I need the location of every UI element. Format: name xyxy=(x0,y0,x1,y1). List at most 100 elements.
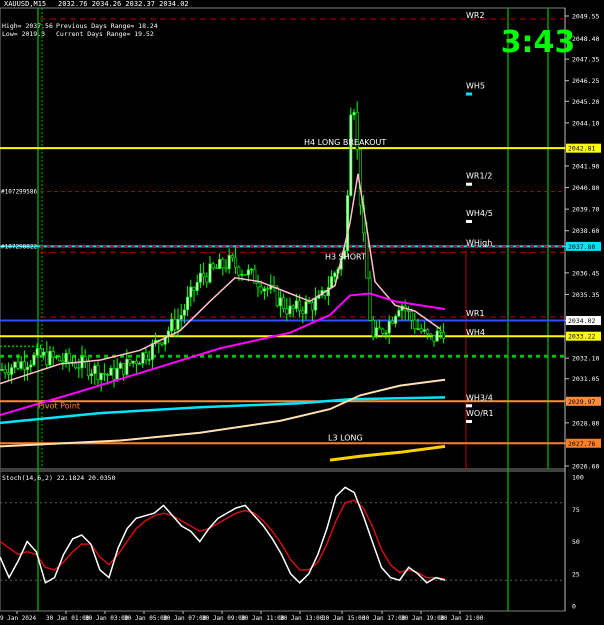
candle-body xyxy=(141,352,145,364)
candle-body xyxy=(86,361,90,377)
candle-body xyxy=(0,369,4,371)
candle-body xyxy=(32,354,36,366)
stoch-signal-line xyxy=(0,499,446,580)
candle-body xyxy=(333,272,337,277)
candle-body xyxy=(246,269,250,276)
stoch-tick-label: 0 xyxy=(572,603,576,611)
time-tick-label: 30 Jan 01:00 xyxy=(46,615,90,622)
candle-body xyxy=(48,351,52,366)
time-tick-label: 30 Jan 05:00 xyxy=(124,615,168,622)
candle-body xyxy=(416,328,420,330)
level-label: H3 SHORT xyxy=(325,252,366,261)
candle-body xyxy=(58,356,62,362)
candle-body xyxy=(186,296,190,311)
candle-body xyxy=(259,286,263,292)
time-tick-label: 30 Jan 13:00 xyxy=(280,615,324,622)
candle-body xyxy=(128,358,132,364)
price-tick-label: 2035.35 xyxy=(572,291,599,299)
candle-body xyxy=(16,361,20,369)
candle-body xyxy=(115,368,119,380)
price-tick-label: 2048.40 xyxy=(572,35,599,43)
candle-body xyxy=(208,263,212,283)
level-marker xyxy=(466,219,472,223)
candle-body xyxy=(22,361,26,370)
candle-body xyxy=(19,361,23,369)
level-label: WH4/5 xyxy=(466,209,493,218)
candle-body xyxy=(214,267,218,270)
price-tick-label: 2039.70 xyxy=(572,206,599,214)
candle-body xyxy=(134,360,138,365)
candle-body xyxy=(278,297,282,307)
candle-body xyxy=(432,335,436,342)
candle-body xyxy=(74,363,78,369)
candle-body xyxy=(29,364,33,368)
candle-body xyxy=(397,310,401,317)
candle-body xyxy=(118,363,122,369)
candle-body xyxy=(435,330,439,342)
countdown-timer: 3:43 xyxy=(501,25,576,60)
candle-body xyxy=(234,257,238,268)
candle-body xyxy=(349,114,353,196)
candle-body xyxy=(147,359,151,361)
candle-body xyxy=(138,363,142,365)
candle-body xyxy=(150,343,154,360)
current-price-badge-text: 2034.02 xyxy=(568,317,595,325)
candle-body xyxy=(13,361,17,368)
candle-body xyxy=(227,255,231,270)
price-tick-label: 2036.45 xyxy=(572,269,599,277)
candle-body xyxy=(237,266,241,276)
candle-body xyxy=(173,318,177,330)
candle-body xyxy=(298,300,302,312)
candle-body xyxy=(179,315,183,320)
candle-body xyxy=(144,352,148,361)
price-badge-text: 2042.81 xyxy=(568,145,595,153)
candle-body xyxy=(221,259,225,269)
candle-body xyxy=(77,367,81,370)
candle-body xyxy=(387,320,391,334)
candle-body xyxy=(410,311,414,321)
level-label: WH3/4 xyxy=(466,393,493,402)
price-tick-label: 2026.60 xyxy=(572,463,599,471)
time-tick-label: 30 Jan 21:00 xyxy=(440,615,484,622)
candle-body xyxy=(10,367,14,375)
candle-body xyxy=(390,320,394,324)
candle-body xyxy=(429,333,433,336)
current-days-range: Current Days Range= 19.52 xyxy=(56,30,154,38)
chart-canvas[interactable]: WR2 WH5 H4 LONG BREAKOUT WR1/2 WH4/5 WHigh H3 … xyxy=(0,0,604,625)
candle-body xyxy=(109,368,113,376)
candle-body xyxy=(304,301,308,314)
stoch-tick-label: 100 xyxy=(572,474,584,482)
price-tick-label: 2041.90 xyxy=(572,163,599,171)
candle-body xyxy=(102,373,106,375)
candle-body xyxy=(61,360,65,363)
level-label: WHigh xyxy=(466,238,492,247)
candle-body xyxy=(42,351,46,356)
stoch-pane-frame xyxy=(0,470,566,612)
candle-body xyxy=(371,320,375,338)
trading-chart[interactable]: WR2 WH5 H4 LONG BREAKOUT WR1/2 WH4/5 WHigh H3 … xyxy=(0,0,604,625)
prev-days-range: Previous Days Range= 18.24 xyxy=(56,22,158,30)
price-tick-label: 2032.10 xyxy=(572,355,599,363)
candle-body xyxy=(262,288,266,292)
candle-body xyxy=(202,272,206,278)
candle-body xyxy=(243,274,247,276)
time-tick-label: 30 Jan 07:00 xyxy=(163,615,207,622)
candle-body xyxy=(442,332,446,339)
candle-body xyxy=(422,329,426,332)
candle-body xyxy=(438,330,442,333)
candle-body xyxy=(192,286,196,291)
candle-body xyxy=(352,112,356,116)
candle-body xyxy=(230,255,234,259)
candle-body xyxy=(294,300,298,309)
candle-body xyxy=(26,366,30,370)
level-label: WO/R1 xyxy=(466,409,494,418)
candle-body xyxy=(189,286,193,298)
price-tick-label: 2028.80 xyxy=(572,419,599,427)
candle-body xyxy=(67,352,71,363)
stoch-tick-label: 50 xyxy=(572,538,580,546)
candle-body xyxy=(96,365,100,381)
candle-body xyxy=(112,368,116,380)
stoch-tick-label: 25 xyxy=(572,570,580,578)
candle-body xyxy=(131,360,135,364)
candle-body xyxy=(285,308,289,315)
